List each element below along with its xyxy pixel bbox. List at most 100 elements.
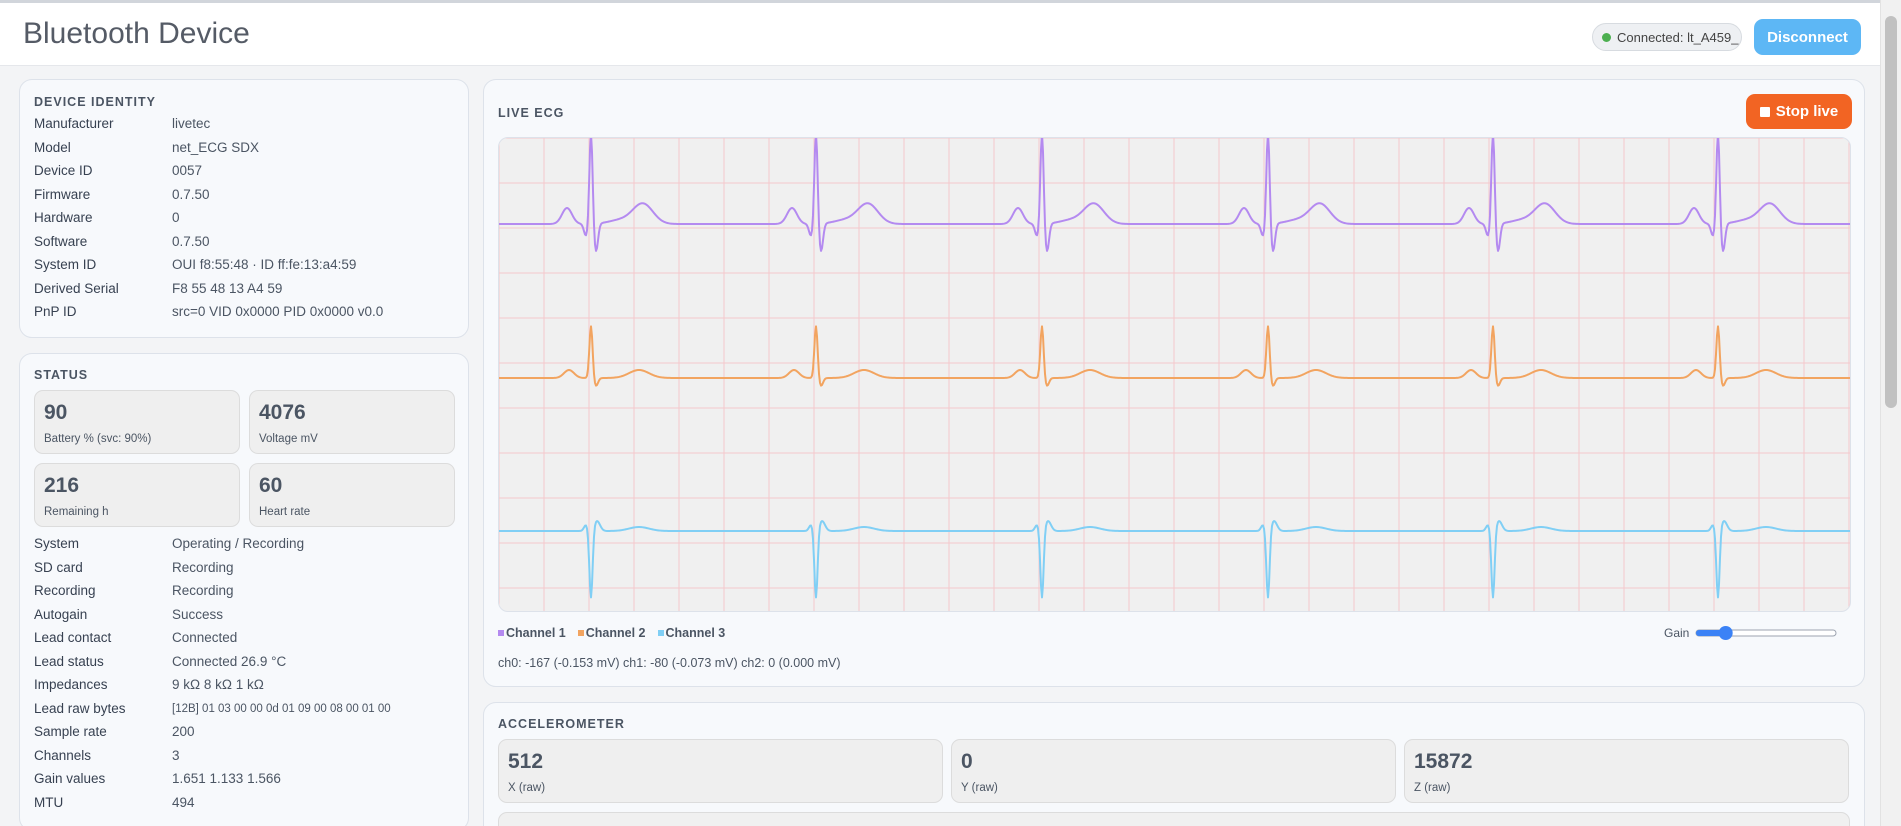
app-header: Bluetooth Device Connected: lt_A459_ Dis… — [0, 0, 1880, 66]
status-row: Lead contact Connected — [20, 630, 468, 650]
accel-z-value: 15872 — [1414, 750, 1473, 773]
status-card: STATUS 90 Battery % (svc: 90%) 4076 Volt… — [19, 353, 469, 826]
status-row-value: [12B] 01 03 00 00 0d 01 09 00 08 00 01 0… — [172, 702, 391, 715]
status-row-key: SD card — [34, 559, 83, 575]
status-row: Autogain Success — [20, 607, 468, 627]
identity-row-key: Firmware — [34, 186, 91, 202]
page-scrollbar[interactable] — [1880, 0, 1901, 826]
battery-label: Battery % (svc: 90%) — [44, 433, 152, 445]
device-identity-card: DEVICE IDENTITY Manufacturer livetec Model… — [19, 79, 469, 338]
status-row-key: Impedances — [34, 677, 108, 692]
legend-channel-1: Channel 1 — [498, 626, 566, 640]
status-row-value: Connected 26.9 °C — [172, 653, 287, 669]
device-identity-title: DEVICE IDENTITY — [34, 95, 156, 109]
status-row-value: Operating / Recording — [172, 536, 305, 551]
accel-y-tile: 0 Y (raw) — [951, 739, 1396, 803]
ecg-trace-channel-2 — [499, 325, 1850, 387]
accelerometer-title: ACCELEROMETER — [498, 717, 625, 731]
channel-3-swatch — [657, 630, 664, 636]
battery-tile: 90 Battery % (svc: 90%) — [34, 390, 240, 454]
identity-row: Software 0.7.50 — [20, 234, 468, 254]
status-row: MTU 494 — [20, 795, 468, 815]
accel-x-tile: 512 X (raw) — [498, 739, 943, 803]
status-row: Impedances 9 kΩ 8 kΩ 1 kΩ — [20, 677, 468, 697]
legend-channel-3: Channel 3 — [657, 626, 726, 640]
status-row-key: Gain values — [34, 771, 106, 786]
status-row: Lead raw bytes [12B] 01 03 00 00 0d 01 09… — [20, 701, 468, 721]
status-row-value: 1.651 1.133 1.566 — [172, 771, 281, 786]
remaining-value: 216 — [44, 474, 80, 497]
identity-row-value: 0.7.50 — [172, 233, 210, 249]
accel-y-label: Y (raw) — [961, 782, 998, 794]
identity-row: Hardware 0 — [20, 210, 468, 230]
status-row-key: Lead raw bytes — [34, 700, 126, 716]
identity-row-value: livetec — [172, 116, 211, 131]
status-row-value: 9 kΩ 8 kΩ 1 kΩ — [172, 677, 264, 692]
remaining-tile: 216 Remaining h — [34, 463, 240, 527]
identity-row-key: Model — [34, 139, 71, 155]
connection-status-badge: Connected: lt_A459_ — [1592, 23, 1742, 51]
identity-row-value: F8 55 48 13 A4 59 — [172, 280, 283, 296]
stop-live-label: Stop live — [1775, 103, 1839, 120]
gain-slider-thumb[interactable] — [1718, 626, 1733, 640]
identity-row: System ID OUI f8:55:48 · ID ff:fe:13:a4:5… — [20, 257, 468, 277]
identity-row-key: PnP ID — [34, 304, 77, 319]
legend-channel-3-label: Channel 3 — [665, 626, 726, 640]
status-row-value: Connected — [172, 630, 238, 645]
identity-row: Firmware 0.7.50 — [20, 187, 468, 207]
status-row-key: Recording — [34, 583, 96, 598]
identity-row-value: src=0 VID 0x0000 PID 0x0000 v0.0 — [172, 304, 384, 319]
status-row-value: Success — [172, 606, 224, 622]
identity-row-key: System ID — [34, 257, 97, 272]
battery-value: 90 — [44, 401, 68, 424]
ecg-trace-channel-3 — [499, 520, 1850, 599]
identity-row-value: 0057 — [172, 163, 203, 178]
identity-row: PnP ID src=0 VID 0x0000 PID 0x0000 v0.0 — [20, 304, 468, 324]
disconnect-button[interactable]: Disconnect — [1754, 19, 1861, 55]
identity-row-value: 0 — [172, 210, 180, 225]
page-title: Bluetooth Device — [23, 17, 250, 50]
connected-dot-icon — [1602, 32, 1611, 42]
accel-z-tile: 15872 Z (raw) — [1404, 739, 1849, 803]
accelerometer-card: ACCELEROMETER 512 X (raw) 0 Y (raw) 1587… — [483, 702, 1865, 826]
legend-channel-2-label: Channel 2 — [585, 626, 646, 640]
stop-icon — [1759, 106, 1770, 117]
channel-2-swatch — [577, 630, 584, 636]
scrollbar-thumb[interactable] — [1885, 16, 1897, 408]
status-row-key: System — [34, 536, 80, 551]
voltage-tile: 4076 Voltage mV — [249, 390, 455, 454]
status-row-key: Lead contact — [34, 630, 112, 645]
identity-row: Model net_ECG SDX — [20, 140, 468, 160]
status-row-key: Lead status — [34, 653, 104, 669]
heart-rate-value: 60 — [259, 474, 283, 497]
heart-rate-label: Heart rate — [259, 506, 311, 518]
status-row: Recording Recording — [20, 583, 468, 603]
identity-row: Device ID 0057 — [20, 163, 468, 183]
remaining-label: Remaining h — [44, 506, 109, 518]
ecg-waveform-canvas — [499, 138, 1850, 611]
status-row-value: Recording — [172, 583, 234, 598]
status-row: Channels 3 — [20, 748, 468, 768]
voltage-label: Voltage mV — [259, 433, 318, 445]
accel-z-label: Z (raw) — [1414, 782, 1451, 794]
identity-row: Manufacturer livetec — [20, 116, 468, 136]
gain-label: Gain — [1664, 626, 1690, 640]
gain-slider[interactable] — [1694, 624, 1838, 642]
status-row-key: Autogain — [34, 606, 88, 622]
ecg-legend: Channel 1 Channel 2 Channel 3 — [498, 626, 725, 640]
ecg-trace-channel-1 — [499, 138, 1850, 252]
voltage-value: 4076 — [259, 401, 306, 424]
status-row: SD card Recording — [20, 560, 468, 580]
legend-channel-2: Channel 2 — [577, 626, 646, 640]
status-row-value: 494 — [172, 794, 195, 810]
accel-x-label: X (raw) — [508, 782, 546, 794]
accel-y-value: 0 — [961, 750, 973, 773]
channel-1-swatch — [498, 630, 504, 636]
legend-channel-1-label: Channel 1 — [506, 626, 566, 640]
status-row: Sample rate 200 — [20, 724, 468, 744]
live-ecg-title: LIVE ECG — [498, 106, 565, 120]
status-row-value: 200 — [172, 724, 195, 739]
ecg-value-readout: ch0: -167 (-0.153 mV) ch1: -80 (-0.073 m… — [498, 656, 841, 670]
stop-live-button[interactable]: Stop live — [1746, 94, 1852, 129]
status-row: System Operating / Recording — [20, 536, 468, 556]
